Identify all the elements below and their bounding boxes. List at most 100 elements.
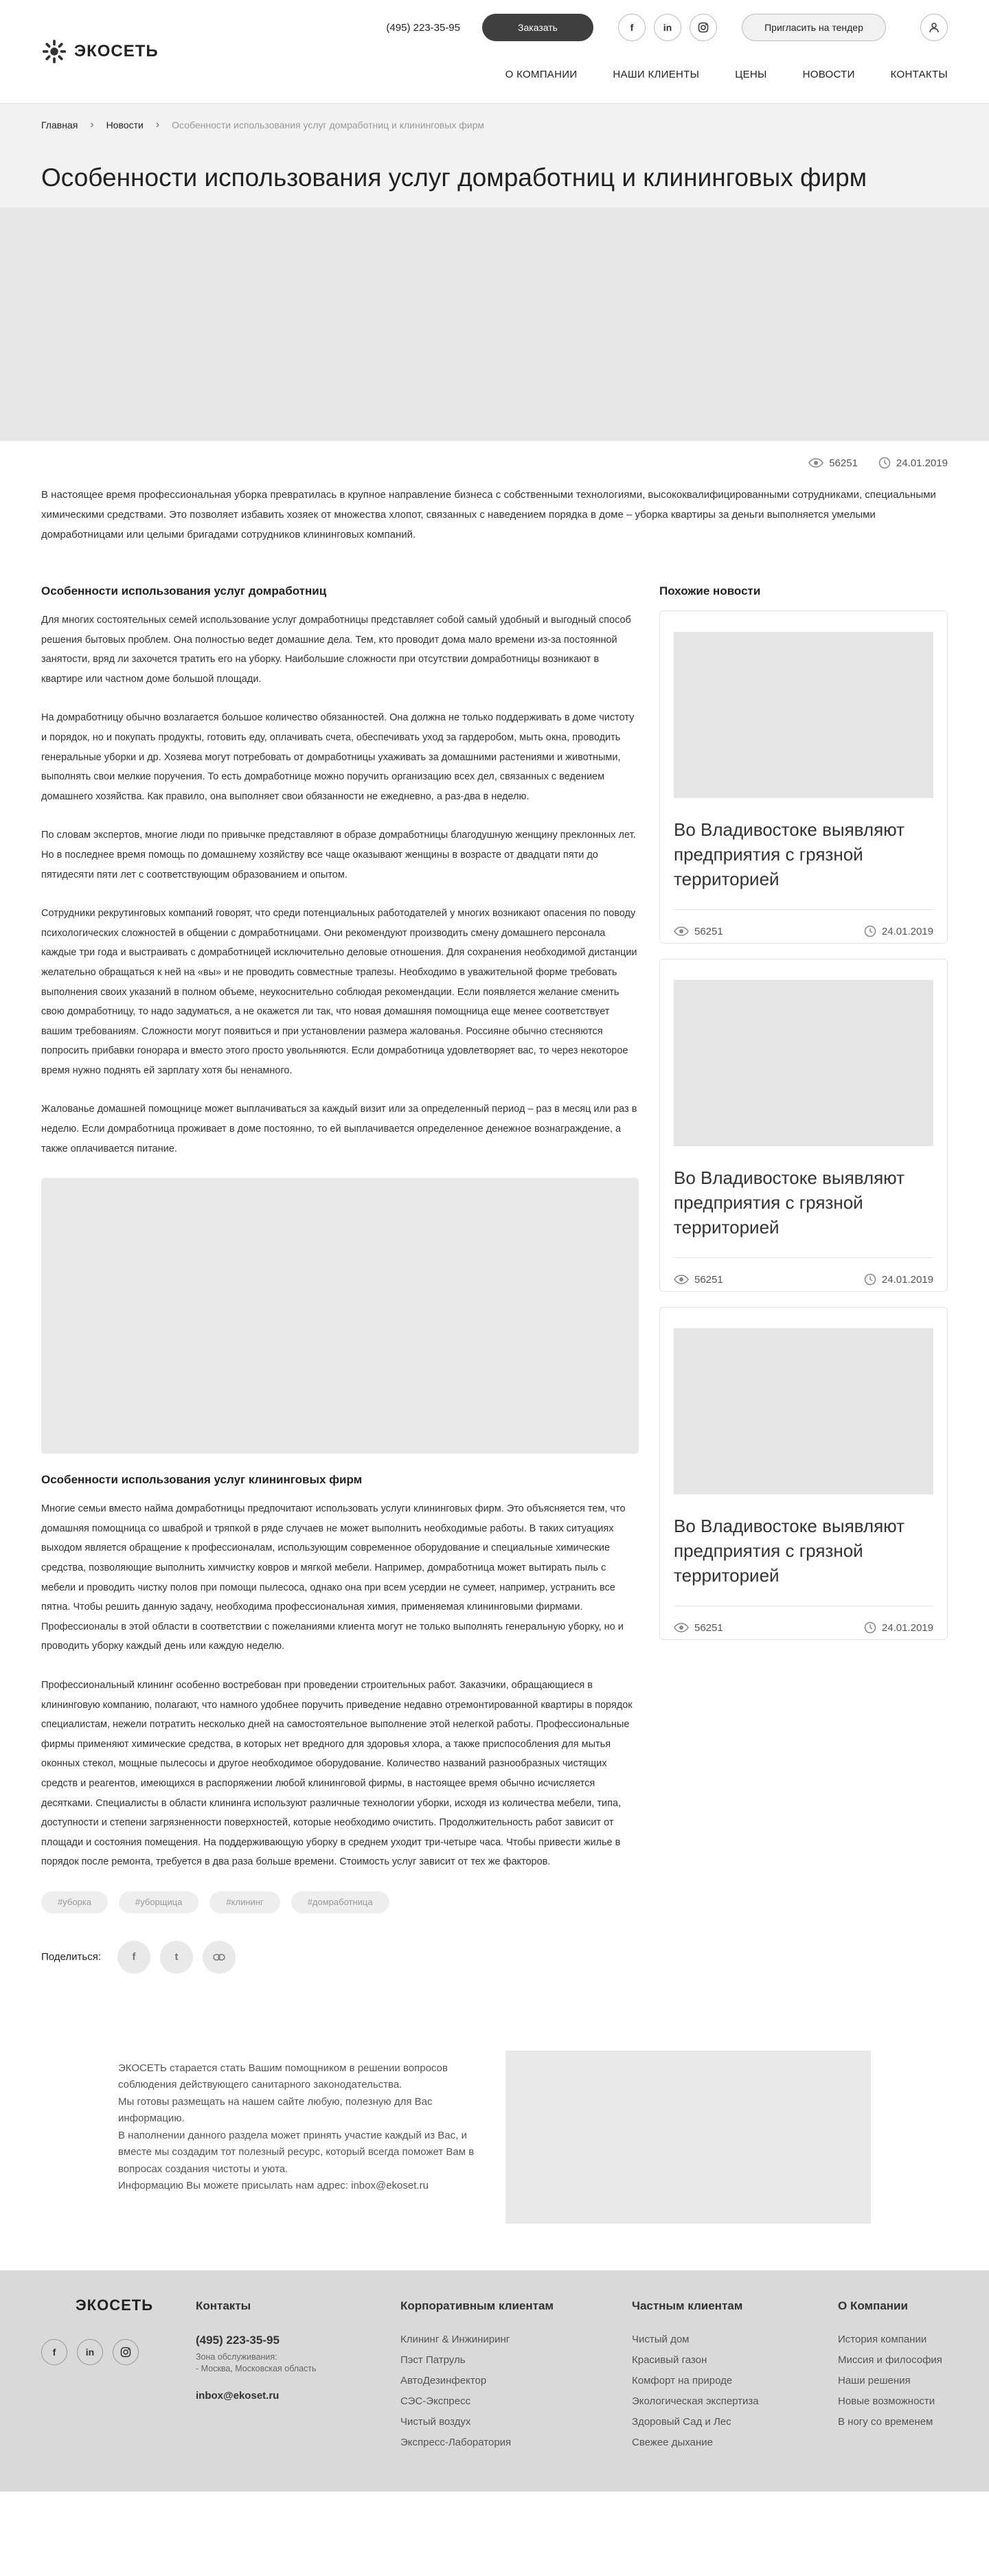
date-label: 24.01.2019 [864, 1273, 933, 1286]
breadcrumb-news[interactable]: Новости [106, 119, 144, 130]
footer-link[interactable]: Пэст Патруль [400, 2354, 554, 2366]
order-button[interactable]: Заказать [482, 14, 593, 41]
instagram-icon[interactable] [113, 2338, 139, 2365]
footer-link[interactable]: Наши решения [838, 2375, 942, 2386]
eye-icon [674, 1275, 689, 1284]
divider [674, 909, 933, 910]
nav-news[interactable]: НОВОСТИ [803, 69, 855, 80]
section-heading: Особенности использования услуг клининго… [41, 1473, 363, 1487]
clock-icon [864, 925, 876, 937]
service-zone-value: - Москва, Московская область [196, 2363, 317, 2373]
chevron-right-icon: › [155, 118, 160, 130]
page-title: Особенности использования услуг домработ… [41, 163, 867, 192]
news-card-meta: 56251 24.01.2019 [674, 1273, 933, 1286]
footer-link[interactable]: Экологическая экспертиза [632, 2395, 759, 2407]
instagram-icon[interactable] [690, 14, 717, 41]
footer-link[interactable]: Чистый воздух [400, 2416, 554, 2428]
tag-item[interactable]: #уборщица [119, 1891, 199, 1913]
date-value: 24.01.2019 [881, 1621, 933, 1634]
views-counter: 56251 [674, 1273, 723, 1286]
news-card[interactable]: Во Владивостоке выявляют предприятия с г… [659, 959, 948, 1292]
footer-phone[interactable]: (495) 223-35-95 [196, 2334, 317, 2347]
user-glyph [929, 23, 939, 33]
service-zone-label: Зона обслуживания: [196, 2351, 277, 2362]
tag-item[interactable]: #клининг [209, 1891, 280, 1913]
news-card-title[interactable]: Во Владивостоке выявляют предприятия с г… [674, 1165, 933, 1255]
footer-email[interactable]: inbox@ekoset.ru [196, 2390, 317, 2402]
footer-link[interactable]: В ногу со временем [838, 2416, 942, 2428]
paragraph: По словам экспертов, многие люди по прив… [41, 830, 636, 880]
date-label: 24.01.2019 [878, 457, 948, 469]
site-footer: ЭКОСЕТЬ f in Контакты (495) 223-35-95 Зо… [0, 2270, 989, 2492]
tag-item[interactable]: #уборка [41, 1891, 108, 1913]
share-link-icon[interactable] [203, 1940, 236, 1974]
share-facebook-icon[interactable]: f [117, 1940, 150, 1974]
clock-icon [864, 1621, 876, 1634]
footer-private: Частным клиентам Чистый дом Красивый газ… [632, 2299, 759, 2457]
footer-heading: Корпоративным клиентам [400, 2299, 554, 2312]
nav-clients[interactable]: НАШИ КЛИЕНТЫ [613, 69, 699, 80]
nav-prices[interactable]: ЦЕНЫ [735, 69, 766, 80]
site-logo[interactable]: ЭКОСЕТЬ [41, 38, 159, 65]
footer-link[interactable]: История компании [838, 2334, 942, 2345]
site-header: ЭКОСЕТЬ (495) 223-35-95 Заказать f in Пр… [0, 0, 989, 103]
news-card[interactable]: Во Владивостоке выявляют предприятия с г… [659, 611, 948, 944]
main-nav: О КОМПАНИИ НАШИ КЛИЕНТЫ ЦЕНЫ НОВОСТИ КОН… [505, 69, 948, 80]
news-card-title[interactable]: Во Владивостоке выявляют предприятия с г… [674, 1514, 933, 1603]
info-image [505, 2050, 871, 2224]
footer-link[interactable]: Чистый дом [632, 2334, 759, 2345]
breadcrumb: Главная › Новости › Особенности использо… [0, 103, 989, 146]
facebook-icon[interactable]: f [41, 2338, 67, 2365]
footer-link[interactable]: Красивый газон [632, 2354, 759, 2366]
divider [674, 1257, 933, 1258]
footer-link[interactable]: АвтоДезинфектор [400, 2375, 554, 2386]
news-card-title[interactable]: Во Владивостоке выявляют предприятия с г… [674, 817, 933, 907]
date-label: 24.01.2019 [864, 925, 933, 937]
tag-item[interactable]: #домработница [291, 1891, 389, 1913]
header-phone[interactable]: (495) 223-35-95 [386, 22, 460, 34]
footer-link[interactable]: Новые возможности [838, 2395, 942, 2407]
article-body: Особенности использования услуг домработ… [41, 584, 639, 1974]
facebook-icon[interactable]: f [618, 14, 646, 41]
link-glyph [213, 1954, 225, 1961]
linkedin-icon[interactable]: in [654, 14, 681, 41]
views-counter: 56251 [808, 457, 858, 469]
user-account-icon[interactable] [920, 14, 948, 41]
views-value: 56251 [694, 1621, 723, 1634]
paragraph: Многие семьи вместо найма домработницы п… [41, 1503, 626, 1652]
content-area: Особенности использования услуг домработ… [0, 584, 989, 1974]
views-value: 56251 [694, 1273, 723, 1286]
news-card[interactable]: Во Владивостоке выявляют предприятия с г… [659, 1307, 948, 1640]
hero-image [0, 207, 989, 441]
footer-logo[interactable]: ЭКОСЕТЬ [76, 2296, 153, 2314]
views-value: 56251 [694, 925, 723, 937]
tag-list: #уборка #уборщица #клининг #домработница [41, 1891, 639, 1913]
footer-link[interactable]: Комфорт на природе [632, 2375, 759, 2386]
eye-icon [808, 458, 824, 468]
article-image [41, 1178, 639, 1455]
article-lead: В настоящее время профессиональная уборк… [41, 489, 936, 540]
footer-heading: Контакты [196, 2299, 251, 2312]
footer-link[interactable]: Экспресс-Лаборатория [400, 2437, 554, 2448]
views-value: 56251 [829, 457, 858, 469]
footer-link[interactable]: Свежее дыхание [632, 2437, 759, 2448]
footer-link[interactable]: СЭС-Экспресс [400, 2395, 554, 2407]
share-twitter-icon[interactable]: t [160, 1940, 193, 1974]
footer-link[interactable]: Миссия и философия [838, 2354, 942, 2366]
nav-about[interactable]: О КОМПАНИИ [505, 69, 578, 80]
breadcrumb-home[interactable]: Главная [41, 119, 78, 130]
tender-invite-button[interactable]: Пригласить на тендер [742, 14, 886, 41]
nav-contacts[interactable]: КОНТАКТЫ [891, 69, 948, 80]
header-top-bar: (495) 223-35-95 Заказать f in Пригласить… [386, 14, 948, 41]
linkedin-icon[interactable]: in [77, 2338, 103, 2365]
chevron-right-icon: › [90, 118, 94, 130]
related-news: Похожие новости Во Владивостоке выявляют… [659, 584, 948, 1974]
footer-link[interactable]: Здоровый Сад и Лес [632, 2416, 759, 2428]
date-value: 24.01.2019 [896, 457, 948, 469]
date-value: 24.01.2019 [881, 1273, 933, 1286]
footer-link[interactable]: Клининг & Инжиниринг [400, 2334, 554, 2345]
clock-icon [864, 1273, 876, 1286]
info-line: Мы готовы размещать на нашем сайте любую… [118, 2095, 433, 2125]
info-line: В наполнении данного раздела может приня… [118, 2129, 475, 2175]
eye-icon [674, 926, 689, 936]
